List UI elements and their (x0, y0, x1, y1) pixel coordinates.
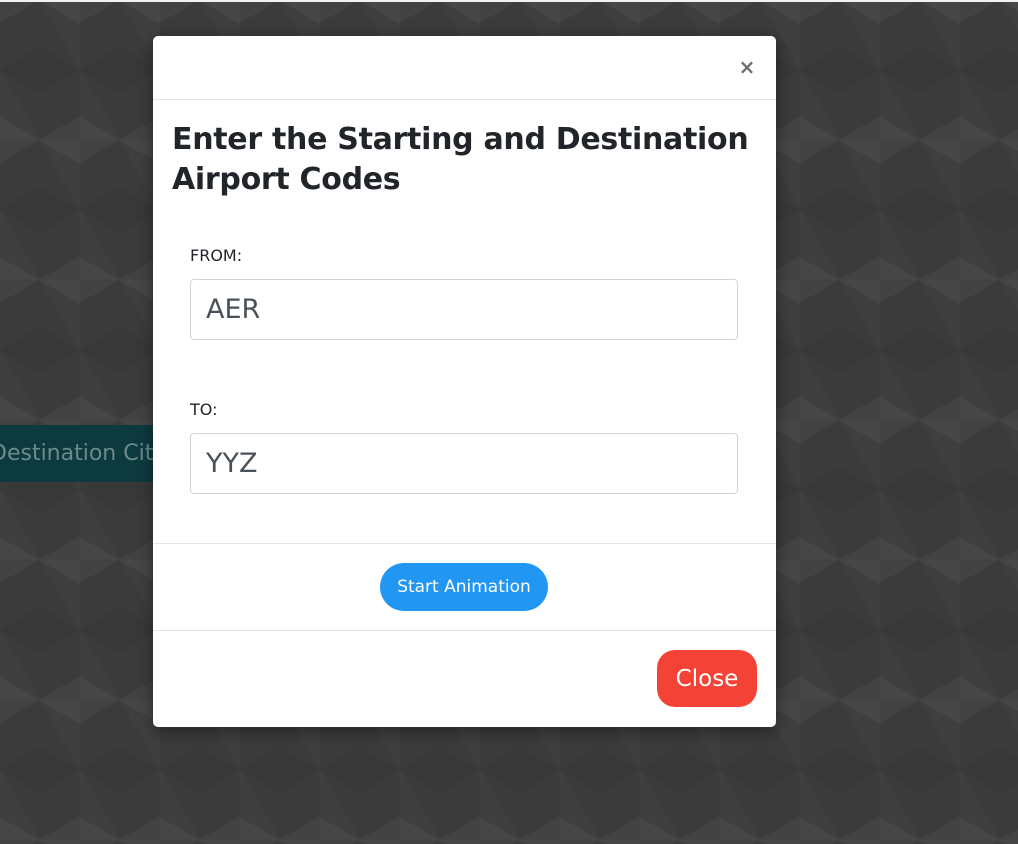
airport-modal: × Enter the Starting and Destination Air… (153, 36, 776, 727)
to-label: TO: (190, 400, 218, 419)
modal-title: Enter the Starting and Destination Airpo… (172, 122, 749, 197)
from-input[interactable] (190, 279, 738, 340)
modal-footer: Close (153, 631, 776, 726)
to-group: TO: (190, 400, 738, 494)
action-row: Start Animation (153, 544, 776, 631)
to-input[interactable] (190, 433, 738, 494)
close-button[interactable]: Close (657, 650, 757, 707)
start-animation-button[interactable]: Start Animation (380, 563, 548, 611)
from-label: FROM: (190, 246, 243, 265)
modal-body: Enter the Starting and Destination Airpo… (153, 100, 776, 544)
from-group: FROM: (190, 246, 738, 340)
close-icon[interactable]: × (738, 57, 756, 77)
top-border (0, 0, 1018, 2)
modal-header: × (153, 36, 776, 100)
